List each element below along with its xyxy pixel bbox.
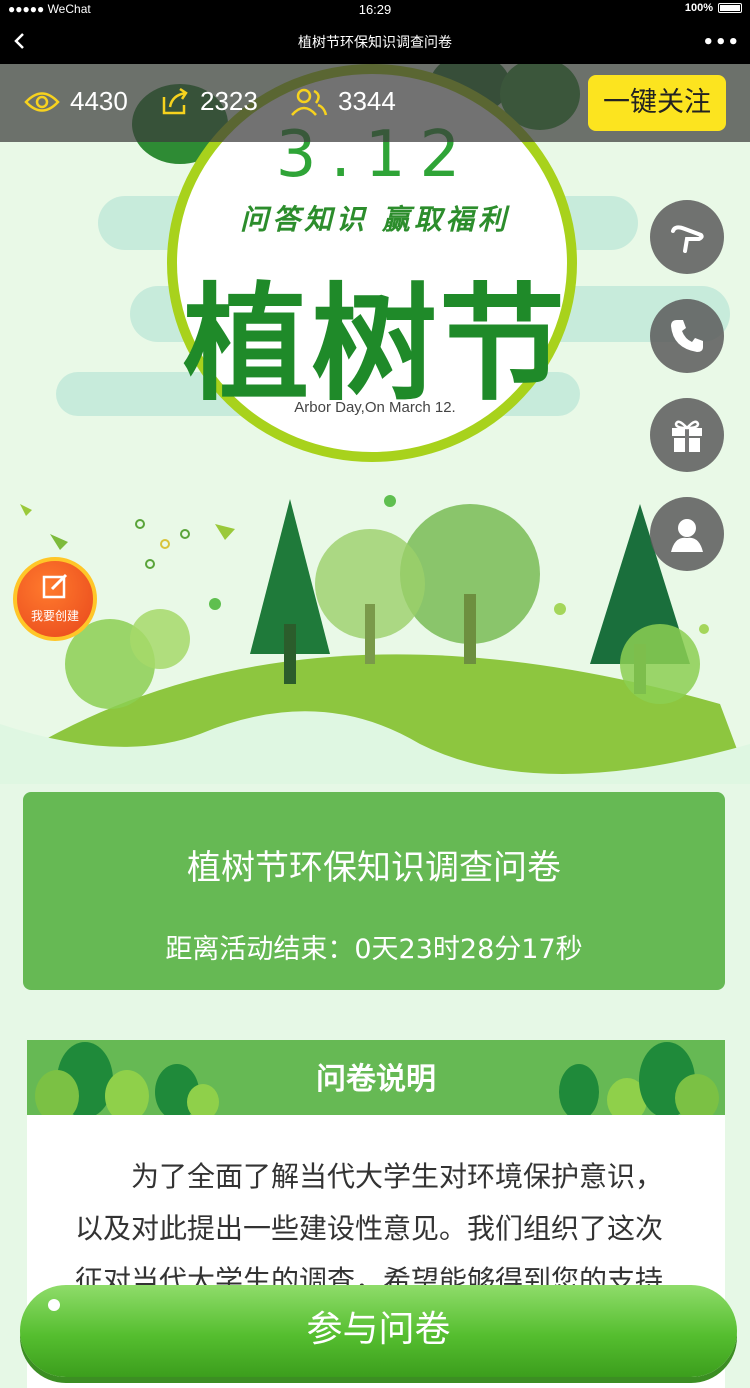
views-stat: 4430 [24,86,128,117]
edit-icon [42,573,68,599]
survey-info-card: 植树节环保知识调查问卷 距离活动结束：0天23时28分17秒 [23,792,725,990]
survey-title: 植树节环保知识调查问卷 [187,848,561,888]
music-button[interactable] [650,200,724,274]
stats-bar: 4430 2323 3344 一键关注 [0,64,750,142]
shares-stat: 2323 [160,86,258,117]
gift-icon [672,420,702,452]
countdown-timer: 距离活动结束：0天23时28分17秒 [165,934,583,965]
shares-count: 2323 [200,86,258,116]
create-survey-label: 我要创建 [30,609,79,623]
hero-subtitle: Arbor Day,On March 12. [294,399,456,416]
description-header: 问卷说明 [27,1040,725,1115]
status-bar: ●●●●● WeChat 16:29 100% [0,0,750,20]
gift-button[interactable] [650,398,724,472]
page-title: 植树节环保知识调查问卷 [298,35,452,51]
more-menu-button[interactable]: ••• [702,32,740,53]
create-survey-button[interactable]: 我要创建 [13,557,97,641]
share-icon [162,87,188,114]
follow-button[interactable]: 一键关注 [588,75,726,131]
music-icon [671,225,704,253]
button-highlight [48,1299,60,1311]
battery-indicator: 100% [685,2,742,14]
battery-icon [718,3,742,13]
phone-button[interactable] [650,299,724,373]
description-heading: 问卷说明 [316,1062,436,1097]
user-icon [671,519,703,552]
hero-title: 植树节 [183,271,567,418]
users-icon [291,88,328,116]
nav-bar: 植树节环保知识调查问卷 ••• [0,20,750,64]
battery-percent: 100% [684,2,713,14]
eye-icon [24,91,60,112]
participants-stat: 3344 [290,86,396,117]
participants-count: 3344 [338,86,396,116]
hero-slogan: 问答知识 赢取福利 [240,203,510,236]
profile-button[interactable] [650,497,724,571]
join-survey-button[interactable]: 参与问卷 [20,1285,737,1377]
join-survey-label: 参与问卷 [306,1309,451,1350]
phone-icon [671,320,703,352]
clock: 16:29 [358,2,392,17]
views-count: 4430 [70,86,128,116]
